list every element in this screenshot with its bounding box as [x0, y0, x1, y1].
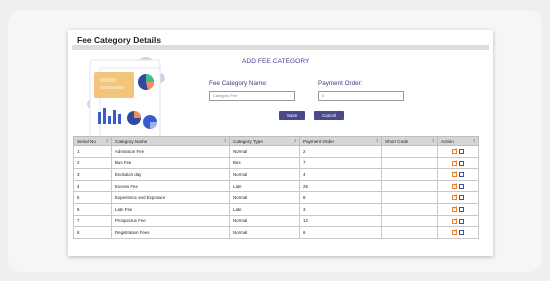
- cell-action: [437, 168, 479, 181]
- dashboard-illustration-icon: [87, 57, 165, 139]
- cell-short-code: [381, 226, 438, 239]
- cell-action: [437, 214, 479, 228]
- cancel-button[interactable]: Cancel: [314, 111, 344, 120]
- cell-serial: 8: [73, 226, 112, 239]
- table-row: 6 Late Fee Late 3: [73, 202, 479, 216]
- cell-serial: 1: [73, 145, 112, 158]
- table-row: 1 Admission Fee Normal 2: [73, 145, 479, 158]
- header-action: Action ⇕: [437, 136, 479, 146]
- cell-short-code: [381, 202, 438, 216]
- cell-category-name: Admission Fee: [111, 145, 230, 158]
- cell-payment-order: 2: [299, 145, 382, 158]
- cell-payment-order: 4: [299, 168, 382, 181]
- delete-icon[interactable]: [459, 160, 464, 166]
- cell-action: [437, 179, 479, 193]
- cell-category-name: Experience and Exposure: [111, 191, 230, 204]
- fee-category-panel: Fee Category Details ADD FEE CATEGORY Fe…: [68, 30, 493, 256]
- edit-icon[interactable]: [452, 195, 457, 201]
- sort-icon[interactable]: ⇕: [473, 138, 476, 143]
- cell-short-code: [381, 191, 438, 204]
- edit-icon[interactable]: [452, 172, 457, 178]
- title-divider: [72, 45, 489, 50]
- cell-serial: 3: [73, 168, 112, 181]
- cell-category-type: Normal: [229, 226, 300, 239]
- fee-category-table: Serial No ⇕ Category Name ⇕ Category Type ⇕…: [73, 136, 479, 239]
- cell-category-name: Prospectus Fee: [111, 214, 230, 228]
- cell-category-type: Normal: [229, 145, 300, 158]
- cell-payment-order: 3: [299, 202, 382, 216]
- delete-icon[interactable]: [459, 183, 464, 189]
- cell-category-type: Late: [229, 202, 300, 216]
- cell-category-name: Bus Fee: [111, 156, 230, 170]
- header-serial-no[interactable]: Serial No ⇕: [73, 136, 112, 146]
- cell-action: [437, 202, 479, 216]
- edit-icon[interactable]: [452, 183, 457, 189]
- cell-category-name: Excess Fee: [111, 179, 230, 193]
- delete-icon[interactable]: [459, 195, 464, 201]
- cell-short-code: [381, 179, 438, 193]
- category-name-label: Fee Category Name:: [209, 80, 268, 87]
- cell-payment-order: 12: [299, 214, 382, 228]
- cell-payment-order: 25: [299, 179, 382, 193]
- sort-icon[interactable]: ⇕: [106, 138, 109, 143]
- table-header-row: Serial No ⇕ Category Name ⇕ Category Type ⇕…: [73, 136, 479, 146]
- sort-icon[interactable]: ⇕: [294, 138, 297, 143]
- cell-category-type: Late: [229, 179, 300, 193]
- cell-serial: 6: [73, 202, 112, 216]
- edit-icon[interactable]: [452, 218, 457, 224]
- header-payment-order[interactable]: Payment Order ⇕: [299, 136, 382, 146]
- cell-serial: 7: [73, 214, 112, 228]
- cell-category-name: Evolution day: [111, 168, 230, 181]
- cell-category-type: Bus: [229, 156, 300, 170]
- table-row: 2 Bus Fee Bus 7: [73, 156, 479, 170]
- sort-icon[interactable]: ⇕: [376, 138, 379, 143]
- form-heading: ADD FEE CATEGORY: [242, 58, 310, 65]
- category-name-input[interactable]: Category Fee: [209, 91, 295, 101]
- cell-action: [437, 226, 479, 239]
- cell-short-code: [381, 156, 438, 170]
- cell-serial: 2: [73, 156, 112, 170]
- delete-icon[interactable]: [459, 148, 464, 154]
- table-row: 3 Evolution day Normal 4: [73, 168, 479, 181]
- table-row: 5 Experience and Exposure Normal 8: [73, 191, 479, 204]
- cell-short-code: [381, 145, 438, 158]
- table-row: 4 Excess Fee Late 25: [73, 179, 479, 193]
- edit-icon[interactable]: [452, 160, 457, 166]
- table-row: 8 Registration Fees Normal 6: [73, 226, 479, 239]
- cell-short-code: [381, 168, 438, 181]
- cell-serial: 4: [73, 179, 112, 193]
- cell-payment-order: 6: [299, 226, 382, 239]
- cell-category-name: Registration Fees: [111, 226, 230, 239]
- edit-icon[interactable]: [452, 230, 457, 236]
- edit-icon[interactable]: [452, 206, 457, 212]
- delete-icon[interactable]: [459, 218, 464, 224]
- sort-icon[interactable]: ⇕: [224, 138, 227, 143]
- cell-payment-order: 8: [299, 191, 382, 204]
- cell-short-code: [381, 214, 438, 228]
- cell-action: [437, 156, 479, 170]
- cell-category-type: Normal: [229, 191, 300, 204]
- header-category-type[interactable]: Category Type ⇕: [229, 136, 300, 146]
- delete-icon[interactable]: [459, 172, 464, 178]
- cell-action: [437, 145, 479, 158]
- cell-action: [437, 191, 479, 204]
- cell-category-type: Normal: [229, 168, 300, 181]
- payment-order-input[interactable]: 0: [318, 91, 404, 101]
- delete-icon[interactable]: [459, 206, 464, 212]
- table-row: 7 Prospectus Fee Normal 12: [73, 214, 479, 228]
- page-title: Fee Category Details: [77, 35, 162, 45]
- cell-category-name: Late Fee: [111, 202, 230, 216]
- save-button[interactable]: Save: [279, 111, 305, 120]
- sort-icon[interactable]: ⇕: [432, 138, 435, 143]
- header-short-code[interactable]: Short Code ⇕: [381, 136, 438, 146]
- cell-serial: 5: [73, 191, 112, 204]
- cell-category-type: Normal: [229, 214, 300, 228]
- header-category-name[interactable]: Category Name ⇕: [111, 136, 230, 146]
- payment-order-label: Payment Order:: [318, 80, 363, 87]
- cell-payment-order: 7: [299, 156, 382, 170]
- delete-icon[interactable]: [459, 230, 464, 236]
- edit-icon[interactable]: [452, 148, 457, 154]
